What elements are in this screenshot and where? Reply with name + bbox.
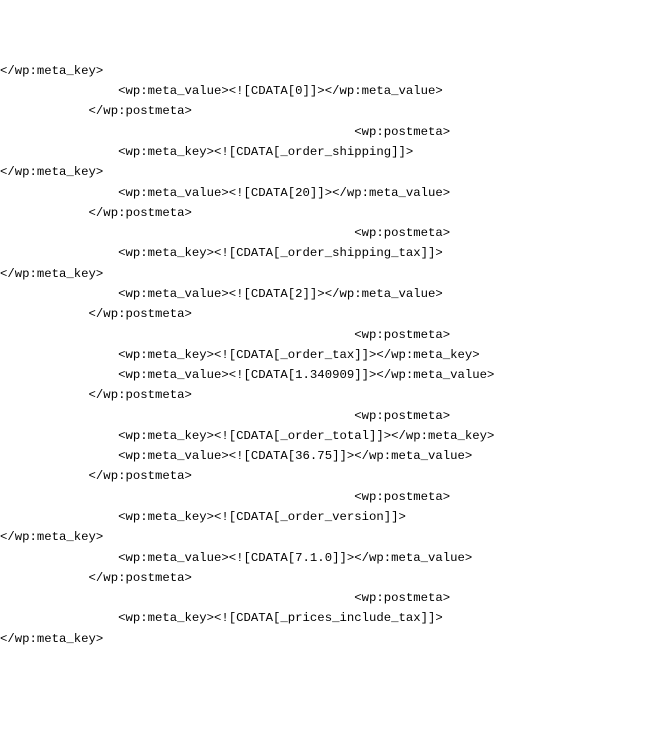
code-line: <wp:meta_value><![CDATA[1.340909]]></wp:…: [0, 365, 650, 385]
code-line: <wp:meta_value><![CDATA[36.75]]></wp:met…: [0, 446, 650, 466]
code-line: </wp:meta_key>: [0, 629, 650, 649]
code-line: <wp:meta_value><![CDATA[7.1.0]]></wp:met…: [0, 548, 650, 568]
code-line: <wp:meta_key><![CDATA[_order_version]]>: [0, 507, 650, 527]
code-line: <wp:meta_key><![CDATA[_order_shipping]]>: [0, 142, 650, 162]
code-line: </wp:meta_key>: [0, 527, 650, 547]
code-line: <wp:meta_value><![CDATA[0]]></wp:meta_va…: [0, 81, 650, 101]
code-line: </wp:postmeta>: [0, 385, 650, 405]
xml-code-block: </wp:meta_key> <wp:meta_value><![CDATA[0…: [0, 61, 650, 649]
code-line: <wp:postmeta>: [0, 588, 650, 608]
code-line: <wp:meta_key><![CDATA[_order_tax]]></wp:…: [0, 345, 650, 365]
code-line: <wp:meta_value><![CDATA[2]]></wp:meta_va…: [0, 284, 650, 304]
code-line: </wp:postmeta>: [0, 466, 650, 486]
code-line: <wp:postmeta>: [0, 487, 650, 507]
code-line: </wp:meta_key>: [0, 162, 650, 182]
code-line: </wp:meta_key>: [0, 264, 650, 284]
code-line: <wp:meta_key><![CDATA[_prices_include_ta…: [0, 608, 650, 628]
code-line: </wp:postmeta>: [0, 568, 650, 588]
code-line: <wp:postmeta>: [0, 406, 650, 426]
code-line: <wp:postmeta>: [0, 223, 650, 243]
code-line: <wp:postmeta>: [0, 122, 650, 142]
code-line: <wp:postmeta>: [0, 325, 650, 345]
code-line: </wp:postmeta>: [0, 203, 650, 223]
code-line: <wp:meta_value><![CDATA[20]]></wp:meta_v…: [0, 183, 650, 203]
code-line: <wp:meta_key><![CDATA[_order_total]]></w…: [0, 426, 650, 446]
code-line: </wp:postmeta>: [0, 101, 650, 121]
code-line: </wp:meta_key>: [0, 61, 650, 81]
code-line: <wp:meta_key><![CDATA[_order_shipping_ta…: [0, 243, 650, 263]
code-line: </wp:postmeta>: [0, 304, 650, 324]
